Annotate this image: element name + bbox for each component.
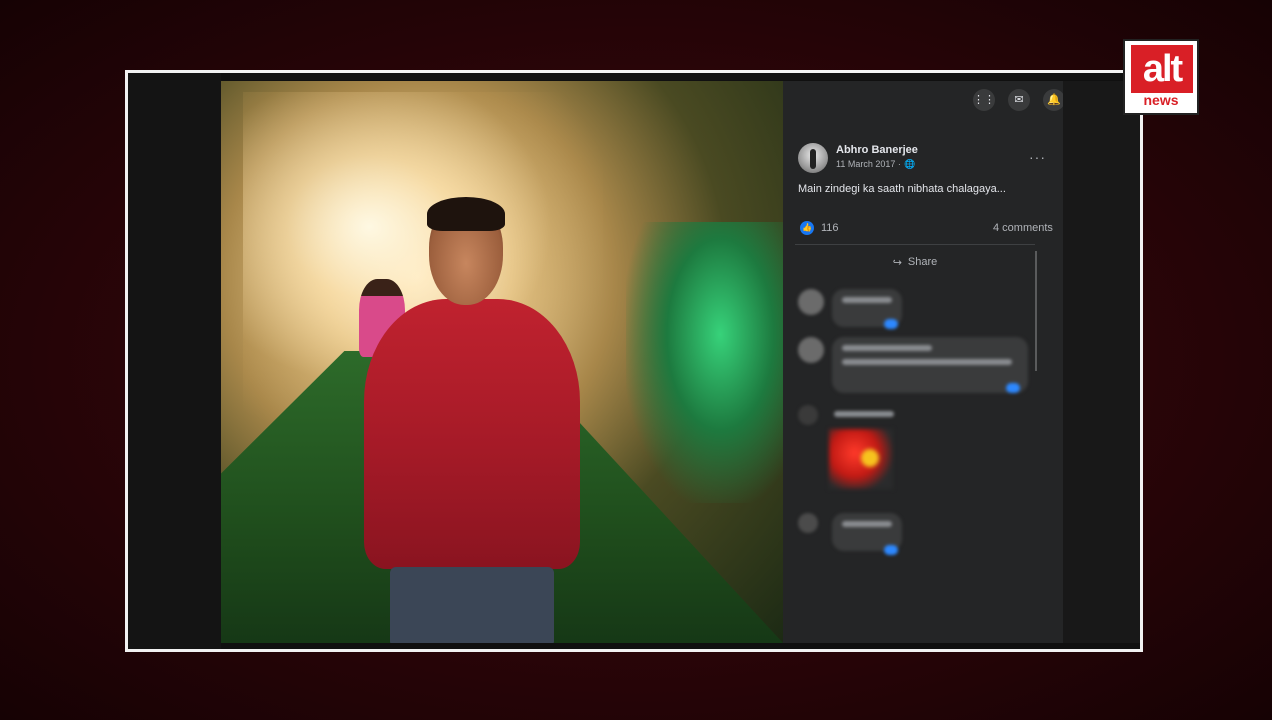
hair bbox=[427, 197, 505, 231]
comment-reaction-icon bbox=[884, 319, 898, 329]
notifications-bell-icon[interactable]: 🔔 bbox=[1043, 89, 1065, 111]
comment-avatar bbox=[798, 337, 824, 363]
comment-3 bbox=[798, 405, 1038, 429]
messenger-icon[interactable]: ✉ bbox=[1008, 89, 1030, 111]
comment-2 bbox=[798, 337, 1038, 397]
viewer-right-margin bbox=[1063, 81, 1140, 643]
comment-avatar bbox=[798, 513, 818, 533]
divider bbox=[795, 244, 1035, 245]
share-label: Share bbox=[907, 256, 938, 268]
avatar[interactable] bbox=[798, 143, 828, 173]
comments-count[interactable]: 4 comments bbox=[993, 222, 1053, 234]
comment-reaction-icon bbox=[1006, 383, 1020, 393]
comment-text-redacted bbox=[842, 297, 892, 303]
more-options-icon[interactable]: ··· bbox=[1029, 149, 1046, 165]
comment-avatar bbox=[798, 405, 818, 425]
man-in-red-shirt bbox=[356, 197, 586, 643]
logo-wordmark: news bbox=[1143, 92, 1179, 108]
share-button[interactable]: ↪ Share bbox=[795, 249, 1035, 275]
comment-avatar bbox=[798, 289, 824, 315]
red-shirt bbox=[364, 299, 580, 569]
post-caption: Main zindegi ka saath nibhata chalagaya.… bbox=[798, 183, 1006, 195]
comment-text-redacted bbox=[842, 521, 892, 527]
jeans bbox=[390, 567, 554, 643]
post-photo[interactable] bbox=[221, 81, 783, 643]
alt-news-logo: alt news bbox=[1123, 39, 1199, 115]
comment-sticker bbox=[829, 429, 893, 489]
logo-mark: alt bbox=[1131, 45, 1193, 93]
post-sidebar: ⋮⋮ ✉ 🔔 Abhro Banerjee 11 March 2017 · 🌐 … bbox=[783, 81, 1065, 643]
comment-text-redacted bbox=[842, 359, 1012, 365]
author-name[interactable]: Abhro Banerjee bbox=[836, 144, 918, 156]
like-count[interactable]: 116 bbox=[821, 222, 839, 234]
viewer-left-margin bbox=[128, 73, 221, 649]
green-light bbox=[625, 221, 783, 503]
post-date[interactable]: 11 March 2017 · bbox=[836, 159, 901, 169]
like-icon[interactable]: 👍 bbox=[800, 221, 814, 235]
globe-icon: 🌐 bbox=[904, 159, 916, 169]
comment-reaction-icon bbox=[884, 545, 898, 555]
comment-text-redacted bbox=[834, 411, 894, 417]
comment-text-redacted bbox=[842, 345, 932, 351]
screenshot-frame: ⋮⋮ ✉ 🔔 Abhro Banerjee 11 March 2017 · 🌐 … bbox=[125, 70, 1143, 652]
menu-grid-icon[interactable]: ⋮⋮ bbox=[973, 89, 995, 111]
comment-4 bbox=[798, 513, 1038, 573]
share-icon: ↪ bbox=[892, 256, 902, 269]
